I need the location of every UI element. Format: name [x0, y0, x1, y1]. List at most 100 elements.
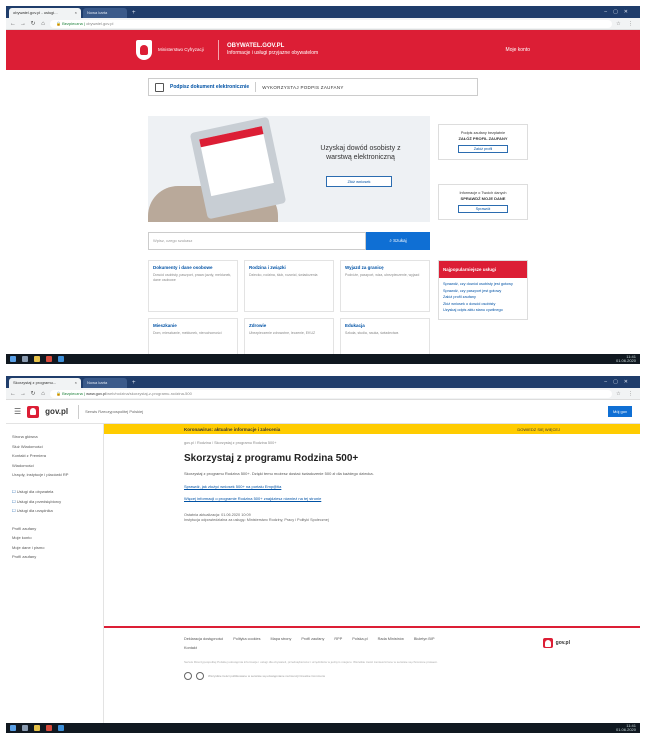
portal-brand[interactable]: OBYWATEL.GOV.PL Informacje i usługi przy…: [227, 43, 318, 57]
sidebar-item[interactable]: Moje dane i pismo: [12, 543, 97, 553]
sidebar-item[interactable]: Urzędy, instytucje i placówki RP: [12, 470, 97, 479]
window-controls[interactable]: –▢✕: [604, 376, 640, 388]
back-icon[interactable]: ←: [10, 391, 16, 397]
footer-link[interactable]: Deklaracja dostępności: [184, 636, 223, 643]
menu-icon[interactable]: ☰: [14, 407, 21, 416]
search-input[interactable]: Wpisz, czego szukasz: [148, 232, 366, 250]
home-icon[interactable]: ⌂: [40, 391, 46, 397]
gov-brand[interactable]: gov.pl: [45, 407, 68, 416]
browser-tabbar: Skorzystaj z programu... × Nowa karta + –…: [6, 376, 640, 388]
footer-link[interactable]: Profil zaufany: [301, 636, 324, 643]
new-tab-icon[interactable]: +: [129, 378, 139, 388]
url-text: obywatel.gov.pl: [86, 20, 114, 26]
popular-service-link[interactable]: Uzyskaj odpis aktu stanu cywilnego: [443, 308, 523, 314]
close-tab-icon[interactable]: ×: [75, 8, 77, 18]
sidebar-item[interactable]: ☐ Usługi dla urzędnika: [12, 506, 97, 516]
footer-link[interactable]: Polityka cookies: [233, 636, 260, 643]
bookmark-star-icon[interactable]: ☆ ⋮: [616, 21, 636, 27]
search-bar: Wpisz, czego szukasz ⌕ Szukaj: [148, 232, 430, 250]
empatia-link[interactable]: Sprawdź, jak złożyć wniosek 500+ na port…: [184, 484, 640, 489]
hero-banner: Uzyskaj dowód osobisty z warstwą elektro…: [148, 116, 430, 222]
footer-link[interactable]: Rada Ministrów: [378, 636, 404, 643]
covid-alert-bar: Koronawirus: aktualne informacje i zalec…: [104, 424, 640, 434]
url-path: /web/rodzina/skorzystaj-z-programu-rodzi…: [106, 390, 192, 396]
explorer-icon[interactable]: [34, 725, 40, 731]
gov-eagle-icon[interactable]: [27, 405, 40, 418]
forward-icon[interactable]: →: [20, 21, 26, 27]
category-tile[interactable]: Wyjazd za granicę Podróże, paszport, wiza…: [340, 260, 430, 312]
explorer-icon[interactable]: [34, 356, 40, 362]
search-button[interactable]: ⌕ Szukaj: [366, 232, 430, 250]
forward-icon[interactable]: →: [20, 391, 26, 397]
sidebar-item[interactable]: ☐ Usługi dla przedsiębiorcy: [12, 497, 97, 507]
footer-links: Deklaracja dostępności Polityka cookies …: [184, 636, 454, 652]
url-input[interactable]: 🔒 Bezpieczna | obywatel.gov.pl: [50, 19, 613, 28]
sidebar-item[interactable]: Wiadomości: [12, 461, 97, 471]
header-divider: [218, 40, 219, 60]
back-icon[interactable]: ←: [10, 21, 16, 27]
more-info-link[interactable]: Więcej informacji o programie Rodzina 50…: [184, 496, 640, 501]
screenshot-obywatel: obywatel.gov.pl - usługi... × Nowa karta …: [6, 6, 640, 364]
hero-laptop-image: [189, 116, 287, 220]
clock-date: 01.06.2020: [615, 727, 636, 732]
reload-icon[interactable]: ↻: [30, 390, 36, 397]
check-data-button[interactable]: Sprawdź: [458, 205, 508, 213]
url-input[interactable]: 🔒 Bezpieczna | www.gov.pl/web/rodzina/sk…: [50, 389, 613, 398]
new-tab-icon[interactable]: +: [129, 8, 139, 18]
popular-service-link[interactable]: Sprawdź, czy dowód osobisty jest gotowy: [443, 282, 523, 288]
start-icon[interactable]: [10, 725, 16, 731]
app-icon[interactable]: [58, 725, 64, 731]
footer-gov-logo[interactable]: gov.pl: [542, 638, 570, 648]
breadcrumb[interactable]: gov.pl / Rodzina / Skorzystaj z programu…: [184, 441, 640, 445]
checkbox-icon: ☐: [12, 498, 16, 504]
category-tile[interactable]: Dokumenty i dane osobowe Dowód osobisty, …: [148, 260, 238, 312]
footer-link[interactable]: RPP: [334, 636, 342, 643]
window-controls[interactable]: –▢✕: [604, 6, 640, 18]
secure-label: Bezpieczna |: [62, 390, 85, 396]
tile-title: Dokumenty i dane osobowe: [153, 265, 213, 270]
sidebar-item[interactable]: Kontakt z Premiera: [12, 451, 97, 461]
sidebar-item[interactable]: Moje konto: [12, 533, 97, 543]
footer-link[interactable]: Polska.pl: [352, 636, 367, 643]
sidebar-item[interactable]: ☐ Usługi dla obywatela: [12, 487, 97, 497]
hero-apply-button[interactable]: Złóż wniosek: [326, 176, 392, 187]
search-taskbar-icon[interactable]: [22, 725, 28, 731]
alert-more-link[interactable]: DOWIEDZ SIĘ WIĘCEJ: [517, 427, 560, 432]
trusted-profile-cta[interactable]: WYKORZYSTAJ PODPIS ZAUFANY: [262, 85, 343, 90]
search-taskbar-icon[interactable]: [22, 356, 28, 362]
popular-service-link[interactable]: Sprawdź, czy paszport jest gotowy: [443, 289, 523, 295]
app-icon[interactable]: [58, 356, 64, 362]
chrome-icon[interactable]: [46, 725, 52, 731]
my-gov-button[interactable]: Mój gov: [607, 406, 632, 417]
url-host: www.gov.pl: [86, 390, 106, 396]
popular-service-link[interactable]: Złóż wniosek o dowód osobisty: [443, 302, 523, 308]
sign-document-link[interactable]: Podpisz dokument elektronicznie: [170, 84, 249, 90]
footer-link[interactable]: Mapa strony: [271, 636, 292, 643]
footer-link[interactable]: Biuletyn BIP: [414, 636, 435, 643]
popular-service-link[interactable]: Załóż profil zaufany: [443, 295, 523, 301]
reload-icon[interactable]: ↻: [30, 20, 36, 27]
browser-tab-active[interactable]: Skorzystaj z programu... ×: [9, 378, 81, 388]
login-link[interactable]: Moje konto: [506, 47, 530, 53]
footer-link[interactable]: Kontakt: [184, 645, 197, 652]
sidebar-item[interactable]: Strona główna: [12, 432, 97, 442]
category-tile[interactable]: Rodzina i związki Dziecko, rodzina, ślub,…: [244, 260, 334, 312]
chrome-icon[interactable]: [46, 356, 52, 362]
search-button-label: Szukaj: [393, 238, 407, 243]
polish-eagle-icon: [136, 40, 152, 60]
close-tab-icon[interactable]: ×: [75, 378, 77, 388]
popular-services: Najpopularniejsze usługi Sprawdź, czy do…: [438, 260, 528, 320]
browser-tab-new[interactable]: Nowa karta: [83, 378, 127, 388]
start-icon[interactable]: [10, 356, 16, 362]
sidebar-item[interactable]: Profil zaufany: [12, 524, 97, 534]
home-icon[interactable]: ⌂: [40, 21, 46, 27]
responsible-institution: Instytucja odpowiedzialna za usługę: Min…: [184, 517, 329, 522]
browser-tab-new[interactable]: Nowa karta: [83, 8, 127, 18]
gov-main: Koronawirus: aktualne informacje i zalec…: [104, 424, 640, 723]
windows-taskbar: 11:41 01.06.2020: [6, 723, 640, 733]
create-profile-button[interactable]: Załóż profil: [458, 145, 508, 153]
browser-tab-active[interactable]: obywatel.gov.pl - usługi... ×: [9, 8, 81, 18]
bookmark-star-icon[interactable]: ☆ ⋮: [616, 391, 636, 397]
sidebar-item[interactable]: Profil zaufany: [12, 552, 97, 562]
sidebar-item[interactable]: Służ Wiadomości: [12, 442, 97, 452]
